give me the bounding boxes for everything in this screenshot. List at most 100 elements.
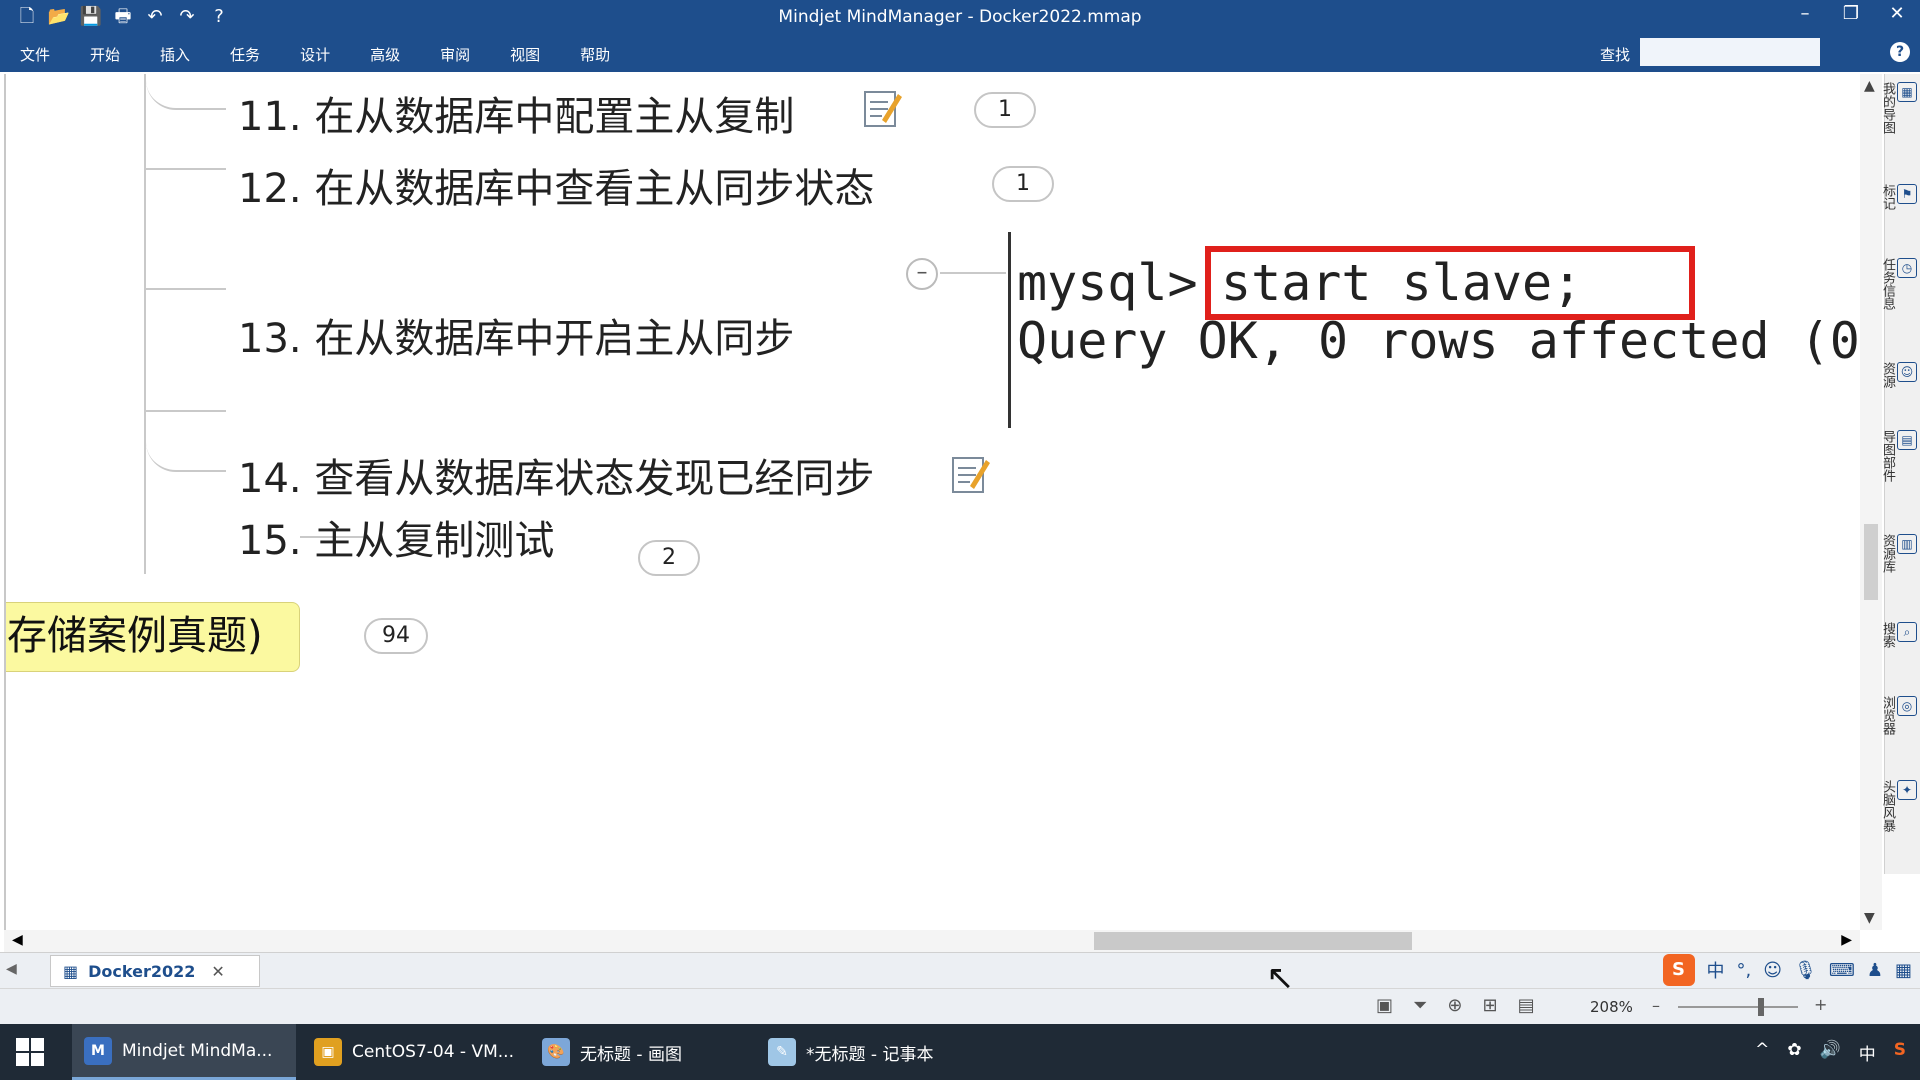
- scroll-up-icon[interactable]: ▲: [1864, 78, 1875, 94]
- toolbox-icon[interactable]: ▦: [1895, 960, 1912, 981]
- sidebar-tab-brainstorm[interactable]: ✦ 头脑风暴: [1880, 780, 1917, 832]
- menu-bar: 文件 开始 插入 任务 设计 高级 审阅 视图 帮助 查找 ?: [0, 34, 1920, 72]
- marker-icon: ⚑: [1897, 184, 1917, 204]
- outline-icon[interactable]: ▤: [1518, 995, 1535, 1016]
- tab-close-icon[interactable]: ✕: [211, 962, 224, 981]
- person-icon: ☺: [1897, 362, 1917, 382]
- topic-13[interactable]: 13. 在从数据库中开启主从同步: [238, 306, 794, 364]
- topic-count-badge[interactable]: 94: [364, 618, 428, 654]
- punctuation-icon[interactable]: °,: [1737, 960, 1752, 981]
- ime-language-indicator[interactable]: 中: [1707, 957, 1725, 983]
- document-tab-label: Docker2022: [88, 961, 196, 981]
- horizontal-scroll-thumb[interactable]: [1094, 932, 1412, 950]
- scroll-down-icon[interactable]: ▼: [1864, 910, 1875, 926]
- focus-icon[interactable]: ⊕: [1447, 995, 1462, 1016]
- map-canvas[interactable]: 11. 在从数据库中配置主从复制 1 12. 在从数据库中查看主从同步状态 1 …: [4, 74, 1860, 930]
- menu-review[interactable]: 审阅: [440, 44, 470, 65]
- menu-insert[interactable]: 插入: [160, 44, 190, 65]
- connector-line: [146, 134, 226, 170]
- topic-11[interactable]: 11. 在从数据库中配置主从复制: [238, 84, 794, 142]
- filter-icon[interactable]: ⏷: [1413, 995, 1427, 1016]
- search-input[interactable]: [1640, 38, 1820, 66]
- fit-map-icon[interactable]: ⊞: [1483, 995, 1498, 1016]
- scroll-left-icon[interactable]: ◀: [12, 932, 23, 948]
- menu-design[interactable]: 设计: [300, 44, 330, 65]
- menu-help[interactable]: 帮助: [580, 44, 610, 65]
- menu-view[interactable]: 视图: [510, 44, 540, 65]
- tray-expand-icon[interactable]: ^: [1755, 1040, 1769, 1065]
- sidebar-tab-map-parts[interactable]: ▤ 导图部件: [1880, 430, 1917, 482]
- microphone-icon[interactable]: 🎙: [1794, 960, 1817, 981]
- document-tab-strip: ◀ ▦ Docker2022 ✕ S 中 °, ☺ 🎙 ⌨ ♟ ▦: [0, 952, 1920, 988]
- browser-icon: ◎: [1897, 696, 1917, 716]
- note-icon[interactable]: [950, 454, 990, 496]
- menu-file[interactable]: 文件: [20, 44, 50, 65]
- help-icon[interactable]: ?: [1890, 42, 1910, 62]
- horizontal-scrollbar[interactable]: ◀ ▶: [4, 930, 1860, 952]
- zoom-slider[interactable]: [1678, 998, 1798, 1016]
- zoom-slider-knob[interactable]: [1758, 998, 1764, 1016]
- sidebar-tab-library[interactable]: ▥ 资源库: [1880, 534, 1917, 573]
- window-controls: – ❐ ✕: [1792, 3, 1910, 24]
- close-button[interactable]: ✕: [1884, 3, 1910, 24]
- mysql-prompt: mysql>: [1017, 254, 1198, 312]
- window-title: Mindjet MindManager - Docker2022.mmap: [778, 7, 1142, 27]
- keyboard-icon[interactable]: ⌨: [1829, 960, 1855, 981]
- sidebar-tab-browser[interactable]: ◎ 浏览器: [1880, 696, 1917, 735]
- library-icon: ▥: [1897, 534, 1917, 554]
- windows-start-icon[interactable]: [16, 1038, 44, 1066]
- tab-scroll-left-icon[interactable]: ◀: [6, 961, 17, 977]
- sidebar-tab-markers[interactable]: ⚑ 标记: [1880, 184, 1917, 210]
- collapse-toggle[interactable]: –: [906, 258, 938, 290]
- sogou-tray-icon[interactable]: S: [1894, 1040, 1906, 1065]
- topic-15[interactable]: 15. 主从复制测试: [238, 508, 554, 566]
- zoom-in-icon[interactable]: +: [1814, 995, 1827, 1014]
- taskbar-item-mindmanager[interactable]: M Mindjet MindMa...: [72, 1024, 296, 1080]
- page-view-icon[interactable]: ▣: [1376, 995, 1393, 1016]
- restore-button[interactable]: ❐: [1838, 3, 1864, 24]
- emoji-icon[interactable]: ☺: [1763, 960, 1782, 981]
- main-topic[interactable]: 存储案例真题): [6, 602, 300, 672]
- topic-count-badge[interactable]: 2: [638, 540, 700, 576]
- parts-icon: ▤: [1897, 430, 1917, 450]
- mouse-cursor-icon: ↖: [1266, 958, 1295, 998]
- topic-count-badge[interactable]: 1: [974, 92, 1036, 128]
- topic-12[interactable]: 12. 在从数据库中查看主从同步状态: [238, 156, 874, 214]
- topic-count-badge[interactable]: 1: [992, 166, 1054, 202]
- tray-app-icon[interactable]: ✿: [1787, 1040, 1801, 1065]
- mysql-screenshot-image[interactable]: mysql> start slave; Query OK, 0 rows aff…: [1008, 232, 1860, 428]
- vertical-scroll-thumb[interactable]: [1864, 524, 1878, 600]
- note-icon[interactable]: [862, 88, 902, 130]
- taskbar-item-notepad[interactable]: ✎ *无标题 - 记事本: [756, 1024, 970, 1080]
- menu-advanced[interactable]: 高级: [370, 44, 400, 65]
- connector-line: [146, 74, 226, 110]
- map-document-icon: ▦: [63, 961, 79, 981]
- skin-icon[interactable]: ♟: [1867, 960, 1883, 981]
- sidebar-tab-resources[interactable]: ☺ 资源: [1880, 362, 1917, 388]
- mindmanager-app-icon: M: [84, 1036, 112, 1065]
- sogou-ime-icon[interactable]: S: [1662, 954, 1695, 986]
- mysql-result: Query OK, 0 rows affected (0.: [1017, 312, 1860, 370]
- sidebar-tab-search[interactable]: ⌕ 搜索: [1880, 622, 1917, 648]
- map-icon: ▦: [1897, 82, 1917, 102]
- connector-line: [146, 254, 226, 290]
- sidebar-tab-task-info[interactable]: ◷ 任务信息: [1880, 258, 1917, 310]
- menu-task[interactable]: 任务: [230, 44, 260, 65]
- taskbar-item-vmware[interactable]: ▣ CentOS7-04 - VM...: [302, 1024, 524, 1080]
- system-tray: ^ ✿ 🔊 中 S: [1755, 1040, 1906, 1065]
- zoom-level: 208%: [1590, 998, 1633, 1016]
- notepad-app-icon: ✎: [768, 1038, 796, 1066]
- sidebar-tab-my-maps[interactable]: ▦ 我的导图: [1880, 82, 1917, 134]
- zoom-out-icon[interactable]: –: [1652, 996, 1660, 1015]
- topic-14[interactable]: 14. 查看从数据库状态发现已经同步: [238, 446, 874, 504]
- input-language-indicator[interactable]: 中: [1859, 1040, 1876, 1065]
- clock-icon: ◷: [1897, 258, 1917, 278]
- minimize-button[interactable]: –: [1792, 3, 1818, 24]
- taskbar-item-paint[interactable]: 🎨 无标题 - 画图: [530, 1024, 748, 1080]
- document-tab[interactable]: ▦ Docker2022 ✕: [50, 955, 260, 987]
- lightbulb-icon: ✦: [1897, 780, 1917, 800]
- menu-home[interactable]: 开始: [90, 44, 120, 65]
- scroll-right-icon[interactable]: ▶: [1841, 932, 1852, 948]
- search-icon: ⌕: [1897, 622, 1917, 642]
- volume-icon[interactable]: 🔊: [1820, 1040, 1841, 1065]
